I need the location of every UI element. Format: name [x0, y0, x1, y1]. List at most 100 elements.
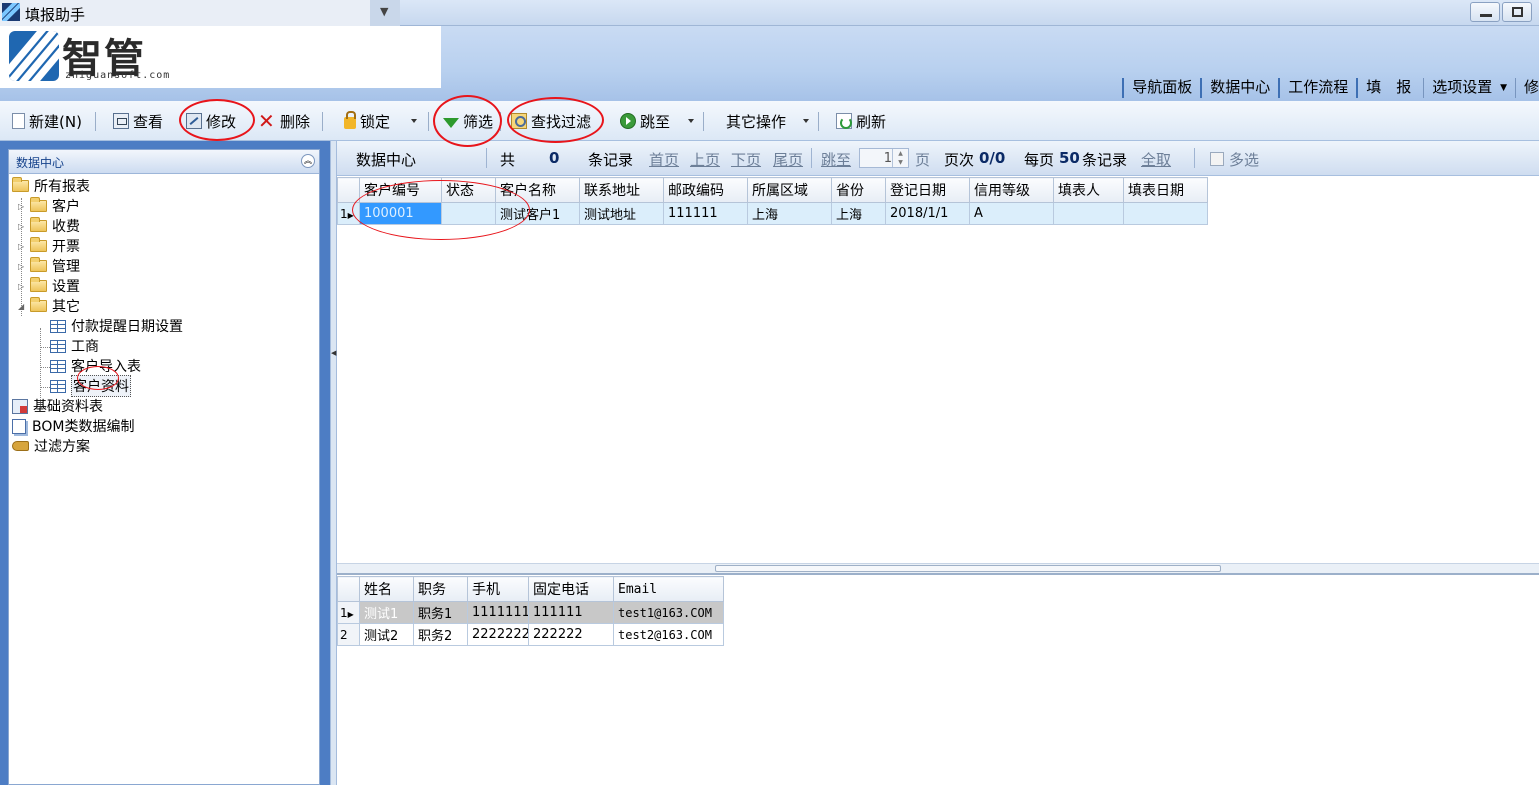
tree-bom-data[interactable]: BOM类数据编制: [12, 416, 134, 436]
lock-dropdown-icon[interactable]: [411, 119, 417, 123]
table-cell[interactable]: [441, 202, 496, 225]
column-header[interactable]: 邮政编码: [663, 177, 748, 203]
column-header[interactable]: Email: [613, 576, 724, 602]
table-cell[interactable]: 222222: [528, 623, 614, 646]
tree-folder-customer[interactable]: ▷ 客户: [18, 196, 80, 216]
refresh-button[interactable]: 刷新: [836, 111, 886, 131]
minimize-button[interactable]: [1470, 2, 1500, 22]
collapse-arrow-icon[interactable]: ◢: [18, 302, 28, 311]
fetch-all-link[interactable]: 全取: [1141, 149, 1171, 170]
tree-item-customer-data[interactable]: 客户资料: [50, 375, 131, 397]
nav-data-center[interactable]: 数据中心: [1200, 78, 1278, 98]
tree-item-payment-reminder[interactable]: 付款提醒日期设置: [50, 316, 183, 336]
table-cell[interactable]: 测试地址: [579, 202, 664, 225]
spin-up-icon[interactable]: ▲: [893, 149, 908, 158]
prev-page-link[interactable]: 上页: [690, 149, 720, 170]
panel-splitter[interactable]: ◀: [330, 141, 337, 785]
column-header[interactable]: 客户名称: [495, 177, 580, 203]
collapse-icon[interactable]: ︽: [301, 154, 315, 168]
table-cell[interactable]: 上海: [747, 202, 832, 225]
expand-arrow-icon[interactable]: ▷: [18, 222, 28, 231]
column-header[interactable]: 省份: [831, 177, 886, 203]
table-row[interactable]: 1▶ 测试1 职务1 1111111 111111 test1@163.COM: [337, 601, 724, 624]
next-page-link[interactable]: 下页: [731, 149, 761, 170]
other-dropdown-icon[interactable]: [803, 119, 809, 123]
tree-folder-invoice[interactable]: ▷ 开票: [18, 236, 80, 256]
column-header[interactable]: 手机: [467, 576, 529, 602]
first-page-link[interactable]: 首页: [649, 149, 679, 170]
goto-dropdown-icon[interactable]: [688, 119, 694, 123]
row-header[interactable]: 2: [337, 623, 360, 646]
horizontal-scrollbar[interactable]: [337, 563, 1539, 573]
multi-select-checkbox[interactable]: [1210, 152, 1224, 166]
nav-fill[interactable]: 填 报: [1356, 78, 1423, 98]
column-header[interactable]: 填表人: [1053, 177, 1124, 203]
tree-folder-manage[interactable]: ▷ 管理: [18, 256, 80, 276]
corner-cell[interactable]: [337, 576, 360, 602]
nav-options[interactable]: 选项设置 ▼: [1423, 78, 1515, 98]
other-operations-button[interactable]: 其它操作: [726, 111, 786, 131]
table-cell[interactable]: [1123, 202, 1208, 225]
delete-button[interactable]: ✕ 删除: [258, 111, 310, 131]
tree-filter-schemes[interactable]: 过滤方案: [12, 436, 90, 456]
table-cell[interactable]: 2222222: [467, 623, 529, 646]
column-header[interactable]: 信用等级: [969, 177, 1054, 203]
tree-folder-other[interactable]: ◢ 其它: [18, 296, 80, 316]
view-button[interactable]: 查看: [113, 111, 163, 131]
table-cell[interactable]: A: [969, 202, 1054, 225]
table-cell[interactable]: 测试1: [359, 601, 414, 624]
jump-page-link[interactable]: 跳至: [821, 149, 851, 170]
lock-button[interactable]: 锁定: [344, 111, 390, 131]
column-header[interactable]: 姓名: [359, 576, 414, 602]
tree-folder-fees[interactable]: ▷ 收费: [18, 216, 80, 236]
grid-splitter[interactable]: [337, 573, 1539, 575]
column-header[interactable]: 固定电话: [528, 576, 614, 602]
tree-item-business[interactable]: 工商: [50, 336, 99, 356]
spin-down-icon[interactable]: ▼: [893, 158, 908, 167]
expand-arrow-icon[interactable]: ▷: [18, 242, 28, 251]
table-cell[interactable]: 职务1: [413, 601, 468, 624]
tree-basic-data[interactable]: 基础资料表: [12, 396, 103, 416]
column-header[interactable]: 登记日期: [885, 177, 970, 203]
table-row[interactable]: 2 测试2 职务2 2222222 222222 test2@163.COM: [337, 623, 724, 646]
tree-root-all-reports[interactable]: 所有报表: [12, 176, 90, 196]
nav-modify[interactable]: 修: [1514, 78, 1539, 98]
maximize-button[interactable]: [1502, 2, 1532, 22]
column-header[interactable]: 填表日期: [1123, 177, 1208, 203]
scrollbar-thumb[interactable]: [715, 565, 1221, 572]
column-header[interactable]: 职务: [413, 576, 468, 602]
nav-workflow[interactable]: 工作流程: [1278, 78, 1356, 98]
table-cell[interactable]: 1111111: [467, 601, 529, 624]
table-cell[interactable]: 测试2: [359, 623, 414, 646]
new-button[interactable]: 新建(N): [12, 111, 82, 131]
tree-item-customer-import[interactable]: 客户导入表: [50, 356, 141, 376]
column-header[interactable]: 状态: [441, 177, 496, 203]
table-cell[interactable]: [1053, 202, 1124, 225]
column-header[interactable]: 客户编号: [359, 177, 442, 203]
column-header[interactable]: 所属区域: [747, 177, 832, 203]
table-cell[interactable]: 2018/1/1: [885, 202, 970, 225]
table-row[interactable]: 1▶ 100001 测试客户1 测试地址 111111 上海 上海 2018/1…: [337, 202, 1208, 225]
table-cell[interactable]: 111111: [663, 202, 748, 225]
table-cell[interactable]: 上海: [831, 202, 886, 225]
collapse-left-icon[interactable]: ◀: [331, 349, 336, 359]
row-header[interactable]: 1▶: [337, 202, 360, 225]
table-cell[interactable]: 测试客户1: [495, 202, 580, 225]
expand-arrow-icon[interactable]: ▷: [18, 262, 28, 271]
edit-button[interactable]: 修改: [186, 111, 236, 131]
filter-button[interactable]: 筛选: [443, 111, 493, 131]
table-cell[interactable]: test2@163.COM: [613, 623, 724, 646]
table-cell[interactable]: 职务2: [413, 623, 468, 646]
table-cell[interactable]: 111111: [528, 601, 614, 624]
page-spinner[interactable]: ▲ ▼: [892, 149, 908, 167]
column-header[interactable]: 联系地址: [579, 177, 664, 203]
expand-arrow-icon[interactable]: ▷: [18, 282, 28, 291]
table-cell[interactable]: 100001: [359, 202, 442, 225]
table-cell[interactable]: test1@163.COM: [613, 601, 724, 624]
nav-dashboard[interactable]: 导航面板: [1122, 78, 1200, 98]
find-filter-button[interactable]: 查找过滤: [511, 111, 591, 131]
corner-cell[interactable]: [337, 177, 360, 203]
expand-arrow-icon[interactable]: ▷: [18, 202, 28, 211]
tree-folder-settings[interactable]: ▷ 设置: [18, 276, 80, 296]
last-page-link[interactable]: 尾页: [773, 149, 803, 170]
